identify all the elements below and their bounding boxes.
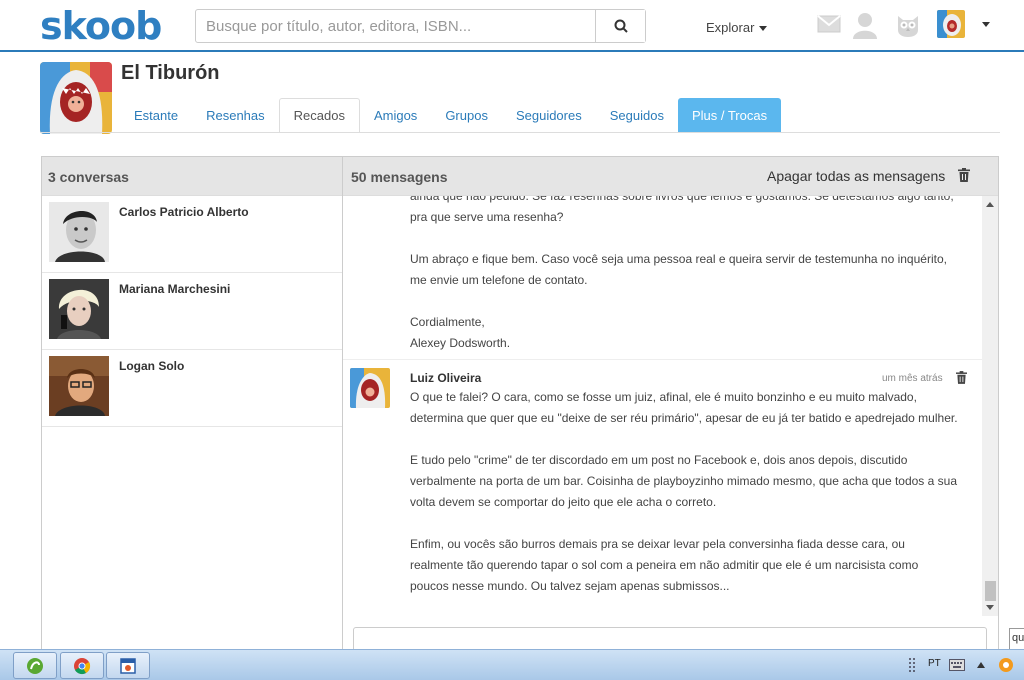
message-line: verbalmente na porta de um bar. Coisinha… [410,474,957,488]
trash-icon[interactable] [958,168,970,182]
message-thread: ainda que não pedido. Se faz resenhas so… [343,196,998,606]
message-line: pra que serve uma resenha? [410,210,564,224]
conversation-item[interactable]: Logan Solo [42,350,342,427]
side-tab[interactable]: qu [1009,628,1024,650]
scroll-thumb[interactable] [985,581,996,601]
conversation-avatar [49,202,109,262]
grip-icon [909,658,915,672]
message-body: O que te falei? O cara, como se fosse um… [410,387,980,597]
tab-estante[interactable]: Estante [120,98,192,133]
chevron-down-icon [759,26,768,32]
owl-icon[interactable] [895,12,921,38]
tab-seguidores[interactable]: Seguidores [502,98,596,133]
tab-plus-trocas[interactable]: Plus / Trocas [677,98,782,133]
search-box [195,9,646,43]
windows-taskbar: PT [0,649,1024,680]
top-bar: skoob Explorar [0,0,1024,52]
account-menu-icon[interactable] [982,22,990,27]
conversation-item[interactable]: Carlos Patricio Alberto [42,196,342,273]
profile-name: El Tiburón [121,62,220,84]
search-input[interactable] [196,10,596,42]
tray-expand-icon[interactable] [977,662,985,668]
tab-recados[interactable]: Recados [278,98,360,133]
message-line: Alexey Dodsworth. [410,336,511,350]
message-author-avatar[interactable] [350,368,390,408]
message-line: E tudo pelo "crime" de ter discordado em… [410,453,908,467]
message-timestamp: um mês atrás [882,373,943,384]
explore-label: Explorar [706,20,755,35]
tab-amigos[interactable]: Amigos [360,98,431,133]
app-window-icon [120,657,136,674]
user-icon[interactable] [851,11,879,39]
delete-all-messages-link[interactable]: Apagar todas as mensagens [767,168,945,184]
search-button[interactable] [595,10,645,42]
message-line: determina que quer que eu "deixe de ser … [410,411,958,425]
taskbar-app-button[interactable] [60,652,104,679]
trash-icon[interactable] [956,371,967,384]
message-line: Um abraço e fique bem. Caso você seja um… [410,252,947,266]
orange-app-icon[interactable] [998,657,1014,673]
message-scrollbar[interactable] [982,196,998,616]
message-line: poucos nesse mundo. Ou talvez sejam apen… [410,579,730,593]
profile-tabs: Estante Resenhas Recados Amigos Grupos S… [120,98,782,133]
conversation-name: Carlos Patricio Alberto [119,205,249,219]
conversation-name: Mariana Marchesini [119,282,231,296]
messages-count: 50 mensagens [351,169,448,185]
language-indicator[interactable]: PT [928,658,941,669]
tab-seguidos[interactable]: Seguidos [596,98,678,133]
profile-avatar [40,62,112,134]
scroll-up-arrow-icon[interactable] [986,202,994,207]
message-line: O que te falei? O cara, como se fosse um… [410,390,917,404]
message-line: ainda que não pedido. Se faz resenhas so… [410,196,954,203]
message-line: Enfim, ou vocês são burros demais pra se… [410,537,905,551]
skoob-logo[interactable]: skoob [40,4,162,48]
taskbar-app-button[interactable] [106,652,150,679]
chrome-icon [74,657,91,674]
mail-icon[interactable] [817,15,841,33]
tab-grupos[interactable]: Grupos [431,98,502,133]
message-author[interactable]: Luiz Oliveira [410,371,481,385]
messages-panel: 3 conversas Carlos Patricio Alberto Mari… [41,156,999,667]
conversation-avatar [49,356,109,416]
messages-header: 50 mensagens Apagar todas as mensagens [343,157,998,196]
message-line: realmente tão querendo tapar o sol com a… [410,558,919,572]
tabs-divider [40,132,1000,133]
messages-column: 50 mensagens Apagar todas as mensagens a… [343,157,998,667]
user-avatar[interactable] [937,10,965,38]
dreamweaver-icon [27,657,43,674]
conversations-header: 3 conversas [42,157,342,196]
message-line: volta devem se comportar do jeito que el… [410,495,717,509]
conversation-item[interactable]: Mariana Marchesini [42,273,342,350]
taskbar-app-button[interactable] [13,652,57,679]
scroll-down-arrow-icon[interactable] [986,605,994,610]
search-icon [614,19,628,33]
explore-menu[interactable]: Explorar [706,20,768,35]
message-item: ainda que não pedido. Se faz resenhas so… [410,196,980,354]
message-line: Cordialmente, [410,315,485,329]
tab-resenhas[interactable]: Resenhas [192,98,279,133]
conversation-name: Logan Solo [119,359,185,373]
message-line: me envie um telefone de contato. [410,273,588,287]
message-divider [343,359,983,360]
conversation-avatar [49,279,109,339]
keyboard-icon[interactable] [949,659,965,671]
conversations-column: 3 conversas Carlos Patricio Alberto Mari… [42,157,343,657]
